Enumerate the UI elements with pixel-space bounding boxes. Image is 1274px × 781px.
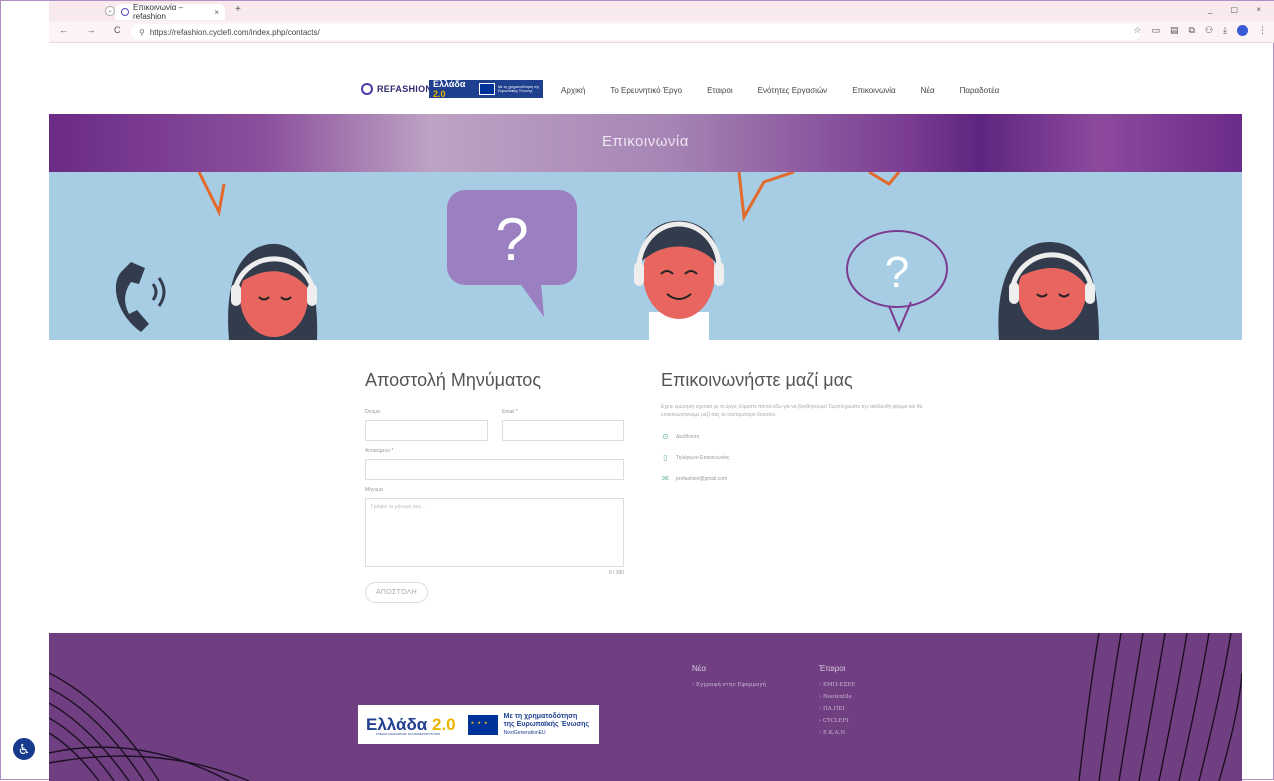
phone-item: ▯ Τηλέφωνο Επικοινωνίας	[661, 453, 961, 462]
subject-field[interactable]	[365, 459, 624, 480]
question-bubble-outline: ?	[846, 230, 948, 333]
email-label: Email *	[502, 409, 518, 415]
tab-close-icon[interactable]: ×	[214, 8, 225, 17]
contact-info: Επικοινωνήστε μαζί μας Εχετε ερώτηση σχε…	[661, 370, 961, 495]
window-controls[interactable]: _ ▢ ×	[1208, 5, 1269, 14]
message-label: Μήνυμα	[365, 487, 383, 493]
footer-partners-column: Έταιροι › ΕΜΠ-ΕΣΕΕ › Neotextile › ΠΑ.ΠΕΙ…	[819, 664, 855, 742]
page-title-banner: Επικοινωνία	[49, 114, 1242, 172]
footer-partners-heading: Έταιροι	[819, 664, 846, 673]
footer-news-column: Νέα › Εγγραφή στην Εφαρμογή	[692, 664, 766, 694]
eu-flag-icon	[478, 83, 496, 95]
address-item: ⊙ Διεύθυνση	[661, 432, 961, 441]
message-placeholder: Γράψτε το μήνυμά σας...	[371, 504, 426, 510]
site-header: REFASHION Ελλάδα 2.0 Με τη χρηματοδότηση…	[49, 44, 1242, 114]
name-email-row: Όνομα Email *	[365, 409, 627, 441]
tab-strip: ⌄ Επικοινωνία – refashion × + _ ▢ ×	[49, 1, 1274, 21]
page-title: Επικοινωνία	[602, 133, 689, 150]
address-bar[interactable]: ⚲ https://refashion.cyclefi.com/index.ph…	[131, 24, 1141, 40]
menu-item-project[interactable]: Το Ερευνητικό Έργο	[610, 86, 682, 95]
bookmark-star-icon[interactable]: ☆	[1133, 25, 1141, 36]
message-group: Μήνυμα Γράψτε το μήνυμά σας... 0 / 180	[365, 487, 627, 576]
name-group: Όνομα	[365, 409, 488, 441]
message-textarea[interactable]: Γράψτε το μήνυμά σας...	[365, 498, 624, 567]
badge-title: Ελλάδα 2.0	[433, 79, 466, 99]
question-bubble-filled: ?	[447, 190, 577, 317]
support-agents-illustration: ? ?	[115, 172, 1099, 340]
url-text: https://refashion.cyclefi.com/index.php/…	[149, 27, 320, 37]
main-menu: Αρχική Το Ερευνητικό Έργο Εταιροι Ενότητ…	[561, 86, 999, 95]
agent-center	[634, 220, 724, 340]
email-group: Email *	[502, 409, 624, 441]
envelope-icon: ✉	[662, 474, 669, 483]
send-button[interactable]: ΑΠΟΣΤΟΛΗ	[365, 582, 428, 603]
footer-news-link[interactable]: › Εγγραφή στην Εφαρμογή	[692, 682, 766, 688]
menu-item-contact[interactable]: Επικοινωνία	[852, 86, 895, 95]
menu-kebab-icon[interactable]: ⋮	[1258, 25, 1267, 36]
footer-eu-text: Με τη χρηματοδότηση της Ευρωπαϊκής Ένωση…	[503, 712, 590, 736]
site-footer: Ελλάδα 2.0 ΣΧΕΔΙΟ ΑΝΑΚΑΜΨΗΣ ΚΑΙ ΑΝΘΕΚΤΙΚ…	[49, 633, 1242, 781]
reader-icon[interactable]: ▤	[1170, 25, 1179, 36]
email-item: ✉ prefashion@gmail.com	[661, 474, 961, 483]
toolbar-icons: ☆ ▭ ▤ ⧉ ⚇ ⤓ ⋮	[1133, 25, 1267, 36]
subject-label: Αντικείμενο *	[365, 448, 394, 454]
footer-badge-sub: ΣΧΕΔΙΟ ΑΝΑΚΑΜΨΗΣ ΚΑΙ ΑΝΘΕΚΤΙΚΟΤΗΤΑΣ	[376, 732, 441, 736]
extensions-icon[interactable]: ⧉	[1189, 25, 1195, 36]
footer-partner-link[interactable]: › Ε.Κ.Α.Ν	[819, 730, 855, 736]
footer-partner-link[interactable]: › ΕΜΠ-ΕΣΕΕ	[819, 682, 855, 688]
menu-item-news[interactable]: Νέα	[921, 86, 935, 95]
footer-decorative-lines	[49, 633, 1242, 781]
cast-icon[interactable]: ▭	[1151, 25, 1160, 36]
menu-item-work-packages[interactable]: Ενότητες Εργασιών	[758, 86, 828, 95]
address-text: Διεύθυνση	[676, 433, 700, 440]
browser-window: ⌄ Επικοινωνία – refashion × + _ ▢ × ← → …	[0, 0, 1274, 781]
form-heading: Αποστολή Μηνύματος	[365, 370, 541, 390]
eu-flag-icon	[467, 714, 498, 735]
favicon-icon	[121, 8, 129, 16]
contact-illustration: ? ?	[49, 172, 1242, 340]
contact-intro: Εχετε ερώτηση σχετικά με το έργο; Είμαστ…	[661, 404, 923, 418]
menu-item-deliverables[interactable]: Παραδοτέα	[960, 86, 1000, 95]
character-counter: 0 / 180	[608, 570, 624, 576]
new-tab-button[interactable]: +	[235, 4, 241, 15]
tab-search-button[interactable]: ⌄	[105, 6, 115, 16]
agent-left	[228, 243, 318, 340]
svg-text:?: ?	[495, 206, 528, 273]
footer-funding-badge: Ελλάδα 2.0 ΣΧΕΔΙΟ ΑΝΑΚΑΜΨΗΣ ΚΑΙ ΑΝΘΕΚΤΙΚ…	[358, 705, 599, 744]
subject-group: Αντικείμενο *	[365, 448, 627, 480]
message-form: Αποστολή Μηνύματος Όνομα Email * Αντικεί…	[365, 370, 627, 603]
email-field[interactable]	[502, 420, 624, 441]
name-label: Όνομα	[365, 409, 380, 415]
site-logo[interactable]: REFASHION	[361, 83, 432, 95]
greece-2-0-badge: Ελλάδα 2.0 Με τη χρηματοδότηση της Ευρωπ…	[429, 79, 543, 99]
avatar[interactable]	[1237, 25, 1248, 36]
download-icon[interactable]: ⤓	[1223, 25, 1227, 36]
browser-tab[interactable]: Επικοινωνία – refashion ×	[115, 3, 225, 21]
site-info-icon[interactable]: ⚲	[139, 28, 145, 37]
footer-partner-link[interactable]: › CYCLEFI	[819, 718, 855, 724]
footer-partner-link[interactable]: › ΠΑ.ΠΕΙ	[819, 706, 855, 712]
logo-ring-icon	[361, 83, 373, 95]
browser-toolbar: ← → C ⌂ ⚲ https://refashion.cyclefi.com/…	[49, 21, 1274, 43]
contact-heading: Επικοινωνήστε μαζί μας	[661, 370, 853, 390]
name-field[interactable]	[365, 420, 488, 441]
email-text[interactable]: prefashion@gmail.com	[676, 476, 727, 482]
phone-text: Τηλέφωνο Επικοινωνίας	[676, 454, 730, 461]
footer-partner-link[interactable]: › Neotextile	[819, 694, 855, 700]
logo-text: REFASHION	[377, 84, 433, 94]
tab-title: Επικοινωνία – refashion	[133, 3, 184, 21]
footer-news-heading: Νέα	[692, 664, 706, 673]
profile-icon[interactable]: ⚇	[1205, 25, 1213, 36]
location-pin-icon: ⊙	[662, 432, 669, 441]
phone-icon	[115, 262, 166, 332]
badge-eu-text: Με τη χρηματοδότηση της Ευρωπαϊκής Ένωση…	[498, 85, 540, 93]
accessibility-button[interactable]: ♿	[11, 736, 37, 762]
mobile-phone-icon: ▯	[663, 453, 668, 462]
web-page: REFASHION Ελλάδα 2.0 Με τη χρηματοδότηση…	[49, 44, 1242, 781]
svg-text:?: ?	[885, 248, 909, 297]
menu-item-home[interactable]: Αρχική	[561, 86, 585, 95]
menu-item-partners[interactable]: Εταιροι	[707, 86, 733, 95]
agent-right	[998, 242, 1099, 340]
